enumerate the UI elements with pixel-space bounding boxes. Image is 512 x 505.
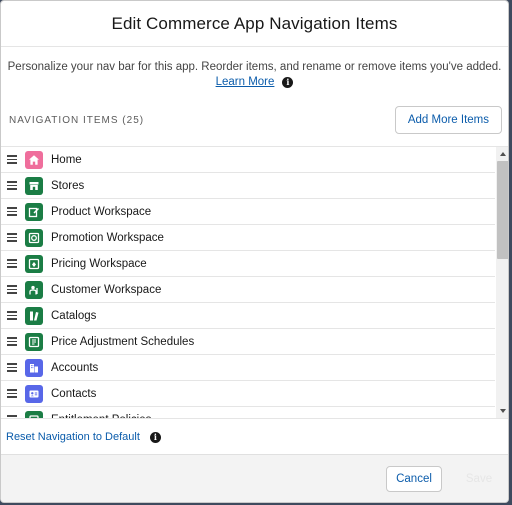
edit-navigation-modal: Edit Commerce App Navigation Items Perso… [0,0,509,503]
navigation-item-row[interactable]: Contacts [1,381,495,407]
drag-handle-icon[interactable] [7,363,17,372]
section-header: NAVIGATION ITEMS (25) Add More Items [1,106,508,134]
drag-handle-icon[interactable] [7,233,17,242]
list-scrollbar[interactable] [496,147,508,418]
navigation-item-row[interactable]: Stores [1,173,495,199]
navigation-item-row[interactable]: Price Adjustment Schedules [1,329,495,355]
drag-handle-icon[interactable] [7,389,17,398]
navigation-item-row[interactable]: Catalogs [1,303,495,329]
drag-handle-icon[interactable] [7,337,17,346]
navigation-item-label: Entitlement Policies [51,414,151,419]
home-icon [25,150,43,169]
navigation-item-label: Accounts [51,361,99,374]
learn-more-link[interactable]: Learn More [216,76,275,88]
reset-row: Reset Navigation to Default i [6,431,161,443]
catalog-icon [25,306,43,325]
reset-navigation-link[interactable]: Reset Navigation to Default [6,431,140,443]
navigation-item-row[interactable]: Customer Workspace [1,277,495,303]
drag-handle-icon[interactable] [7,259,17,268]
price-adjustment-icon [25,332,43,351]
navigation-item-label: Pricing Workspace [51,257,147,270]
store-icon [25,176,43,195]
customer-workspace-icon [25,280,43,299]
navigation-item-row[interactable]: Entitlement Policies [1,407,495,419]
drag-handle-icon[interactable] [7,207,17,216]
navigation-item-row[interactable]: Product Workspace [1,199,495,225]
modal-title: Edit Commerce App Navigation Items [111,13,398,33]
navigation-item-label: Price Adjustment Schedules [51,335,195,348]
navigation-item-label: Contacts [51,387,97,400]
pricing-workspace-icon [25,254,43,273]
drag-handle-icon[interactable] [7,155,17,164]
contact-icon [25,384,43,403]
add-more-items-button[interactable]: Add More Items [394,106,502,134]
modal-header: Edit Commerce App Navigation Items [1,1,508,47]
reset-info-icon[interactable]: i [149,431,161,443]
drag-handle-icon[interactable] [7,181,17,190]
scroll-down-arrow-icon[interactable] [500,409,506,413]
navigation-items: Home Stores Product Workspace Promotion Wor… [1,147,495,419]
drag-handle-icon[interactable] [7,285,17,294]
navigation-item-label: Home [51,153,82,166]
navigation-item-row[interactable]: Pricing Workspace [1,251,495,277]
info-icon[interactable]: i [282,76,294,88]
product-workspace-icon [25,202,43,221]
navigation-item-row[interactable]: Home [1,147,495,173]
cancel-button[interactable]: Cancel [386,466,442,492]
navigation-item-label: Customer Workspace [51,283,162,296]
account-icon [25,358,43,377]
modal-footer: Cancel Save [1,454,508,502]
modal-description: Personalize your nav bar for this app. R… [7,61,502,73]
navigation-item-label: Promotion Workspace [51,231,164,244]
drag-handle-icon[interactable] [7,415,17,418]
drag-handle-icon[interactable] [7,311,17,320]
navigation-items-label: NAVIGATION ITEMS (25) [9,114,145,126]
learn-more-row: Learn More i [1,76,508,88]
entitlement-icon [25,410,43,418]
navigation-item-label: Catalogs [51,309,97,322]
save-button[interactable]: Save [451,466,507,492]
scroll-up-arrow-icon[interactable] [500,152,506,156]
navigation-items-list[interactable]: Home Stores Product Workspace Promotion Wor… [1,146,508,419]
navigation-item-row[interactable]: Accounts [1,355,495,381]
navigation-item-label: Product Workspace [51,205,152,218]
navigation-item-row[interactable]: Promotion Workspace [1,225,495,251]
scroll-thumb[interactable] [497,161,508,259]
navigation-item-label: Stores [51,179,85,192]
promotion-workspace-icon [25,228,43,247]
